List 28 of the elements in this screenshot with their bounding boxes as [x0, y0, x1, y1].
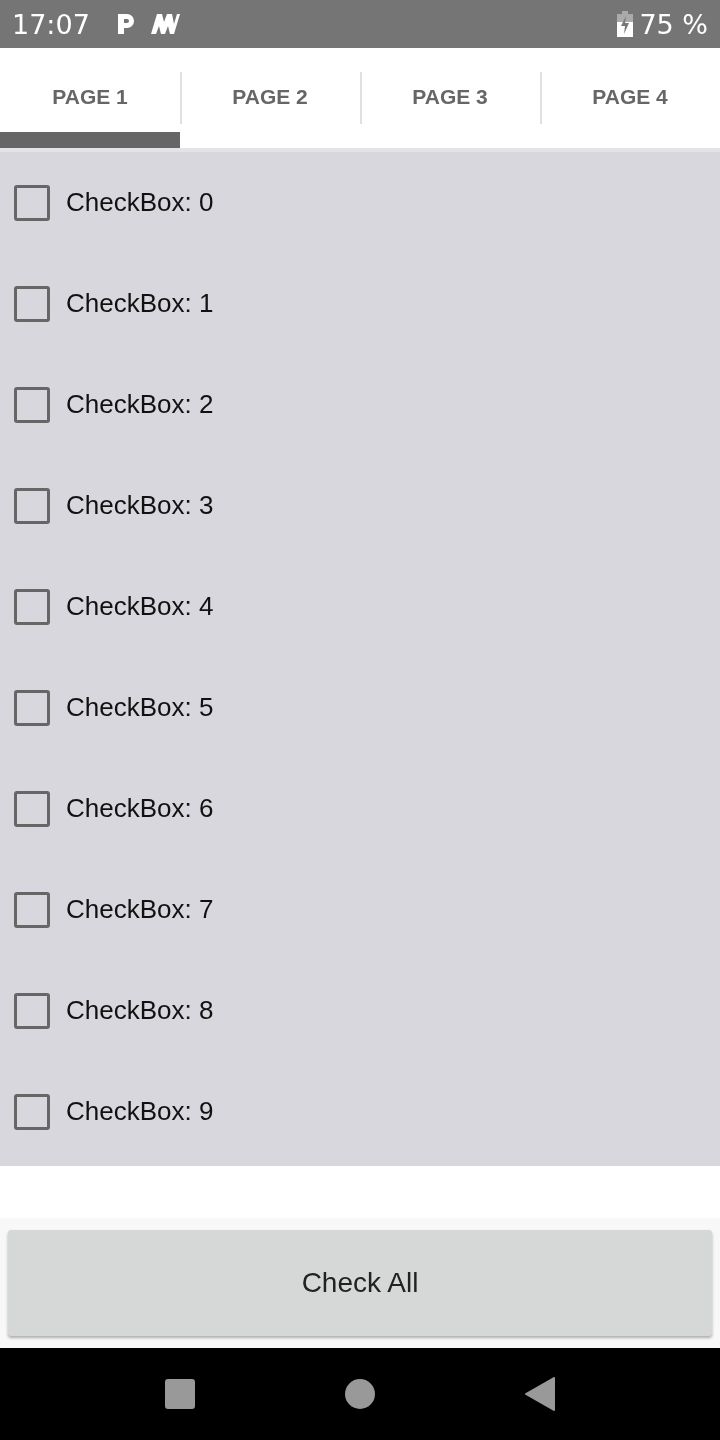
checkbox-label[interactable]: CheckBox: 7 [66, 894, 214, 925]
checkbox[interactable] [14, 285, 50, 322]
check-all-button[interactable]: Check All [8, 1230, 712, 1336]
checkbox[interactable] [14, 386, 50, 423]
clock-time: 17:07 [12, 8, 90, 40]
notification-icon [149, 12, 180, 36]
checkbox-label[interactable]: CheckBox: 9 [66, 1096, 214, 1127]
battery-charging-icon [617, 11, 634, 37]
checkbox-label[interactable]: CheckBox: 2 [66, 389, 214, 420]
checkbox[interactable] [14, 790, 50, 827]
checkbox[interactable] [14, 588, 50, 625]
checkbox-label[interactable]: CheckBox: 6 [66, 793, 214, 824]
checkbox-label[interactable]: CheckBox: 5 [66, 692, 214, 723]
checkbox[interactable] [14, 992, 50, 1029]
battery-percent: 75 % [639, 8, 708, 40]
notification-icon [115, 12, 136, 36]
checkbox-label[interactable]: CheckBox: 0 [66, 187, 214, 218]
checkbox-label[interactable]: CheckBox: 3 [66, 490, 214, 521]
checkbox[interactable] [14, 487, 50, 524]
checkbox[interactable] [14, 891, 50, 928]
checkbox-label[interactable]: CheckBox: 1 [66, 288, 214, 319]
back-icon[interactable] [525, 1377, 555, 1411]
checkbox[interactable] [14, 1093, 50, 1130]
checkbox-label[interactable]: CheckBox: 4 [66, 591, 214, 622]
checkbox[interactable] [14, 689, 50, 726]
checkbox[interactable] [14, 184, 50, 221]
checkbox-label[interactable]: CheckBox: 8 [66, 995, 214, 1026]
home-icon[interactable] [345, 1379, 375, 1409]
